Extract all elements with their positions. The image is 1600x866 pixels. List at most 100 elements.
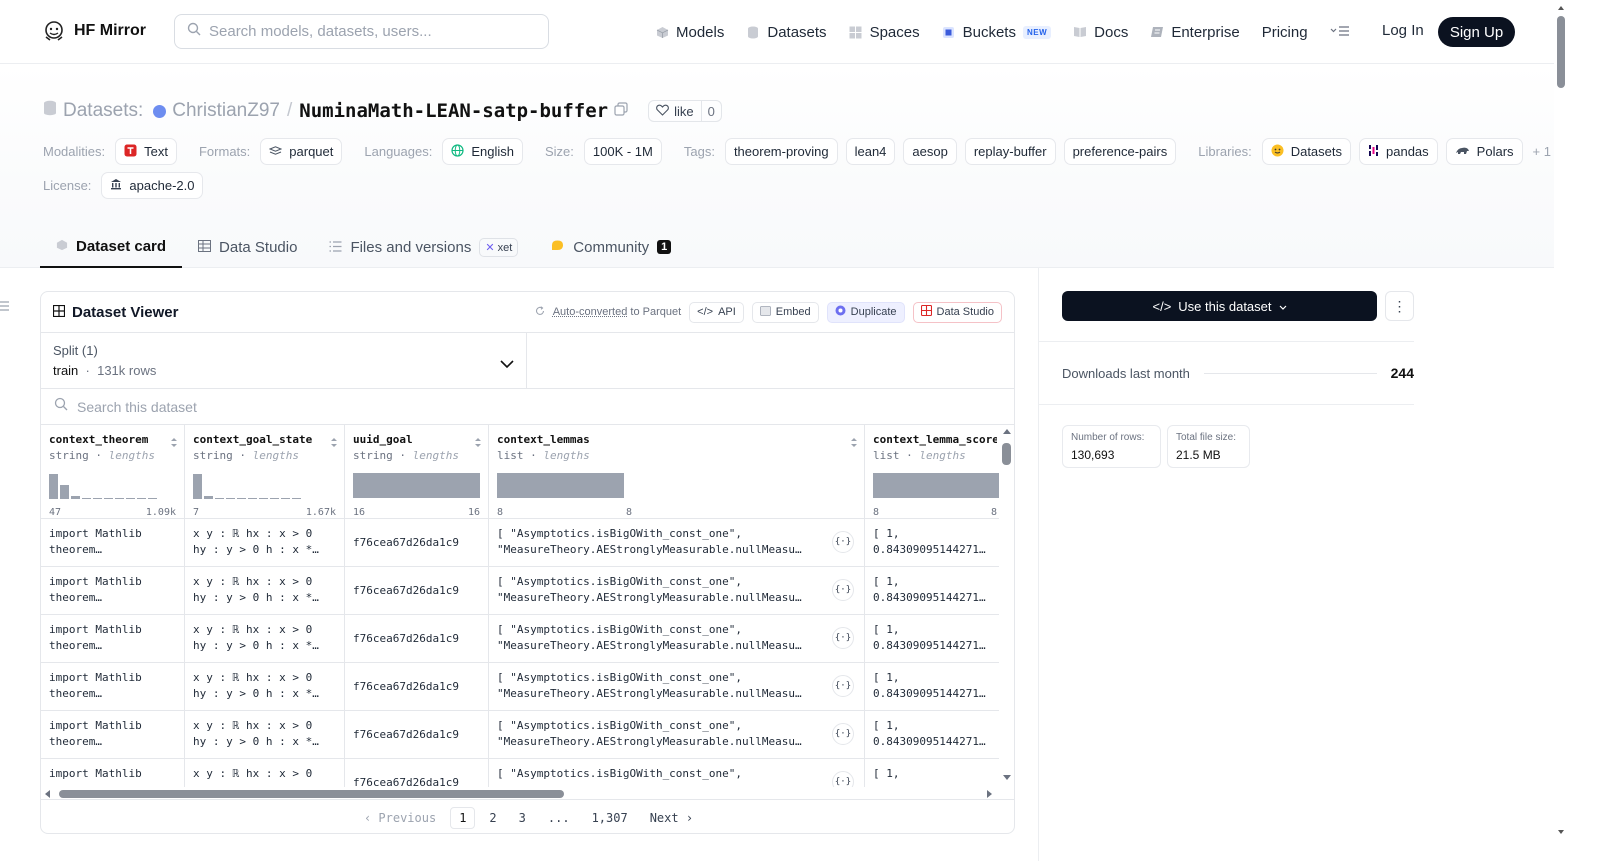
table-cell[interactable]: x y : ℝ hx : x > 0 [185,759,344,787]
datasets-prefix[interactable]: Datasets: [63,100,143,122]
tag-preference-pairs[interactable]: preference-pairs [1063,138,1177,165]
table-cell[interactable]: [ "Asymptotics.isBigOWith_const_one", {·} [489,759,864,787]
sort-icon[interactable] [170,435,178,453]
more-options-button[interactable]: ⋮ [1385,291,1414,321]
json-view-icon[interactable]: {·} [832,675,854,697]
page-3-button[interactable]: 3 [511,808,534,828]
json-view-icon[interactable]: {·} [832,579,854,601]
page-last-button[interactable]: 1,307 [584,808,636,828]
language-tag[interactable]: English [442,138,523,165]
size-tag[interactable]: 100K - 1M [583,138,662,165]
page-scrollbar[interactable] [1554,0,1568,861]
table-cell[interactable]: [ 1, 0.84309095144271… [865,711,999,759]
brand-logo[interactable]: HF Mirror [42,19,146,43]
tag-theorem-proving[interactable]: theorem-proving [724,138,838,165]
column-header[interactable]: uuid_goal string · lengths 16 16 [345,425,488,519]
page-2-button[interactable]: 2 [481,808,504,828]
library-pandas[interactable]: pandas [1359,138,1438,165]
nav-datasets[interactable]: Datasets [746,24,827,41]
global-search-input[interactable] [209,23,529,40]
global-search[interactable] [174,14,549,49]
table-cell[interactable]: [ "Asymptotics.isBigOWith_const_one", "M… [489,615,864,663]
json-view-icon[interactable]: {·} [832,627,854,649]
nav-more-menu[interactable] [1330,24,1350,41]
dataset-search[interactable] [41,389,1014,425]
page-1-button[interactable]: 1 [450,806,476,829]
column-header[interactable]: context_lemma_scores list · lengths 88 [865,425,999,519]
nav-spaces[interactable]: Spaces [849,24,920,41]
tag-aesop[interactable]: aesop [903,138,957,165]
table-cell[interactable]: x y : ℝ hx : x > 0 hy : y > 0 h : x *… [185,567,344,615]
table-cell[interactable]: [ 1, 0.84309095144271… [865,519,999,567]
data-studio-button[interactable]: Data Studio [912,301,1002,323]
tab-community[interactable]: Community 1 [534,226,687,268]
table-cell[interactable]: f76cea67d26da1c9 [345,615,488,663]
side-toggle-icon[interactable] [0,298,9,316]
sort-icon[interactable] [474,435,482,453]
column-header[interactable]: context_theorem string · lengths 47 1.09k [41,425,184,519]
tag-lean4[interactable]: lean4 [845,138,896,165]
split-selector[interactable]: Split (1) train · 131k rows [41,333,527,388]
dataset-search-input[interactable] [77,398,577,415]
table-cell[interactable]: f76cea67d26da1c9 [345,567,488,615]
format-tag[interactable]: parquet [260,138,343,165]
table-cell[interactable]: [ 1, [865,759,999,787]
tab-data-studio[interactable]: Data Studio [182,226,313,268]
next-page-button[interactable]: Next › [642,808,701,828]
nav-docs[interactable]: Docs [1073,24,1128,41]
nav-enterprise[interactable]: Enterprise [1150,24,1240,41]
modality-tag[interactable]: Text [115,138,177,165]
json-view-icon[interactable]: {·} [832,531,854,553]
login-link[interactable]: Log In [1382,22,1424,39]
table-cell[interactable]: import Mathlib [41,759,184,787]
table-cell[interactable]: f76cea67d26da1c9 [345,759,488,788]
table-cell[interactable]: [ "Asymptotics.isBigOWith_const_one", "M… [489,519,864,567]
table-cell[interactable]: f76cea67d26da1c9 [345,519,488,567]
table-cell[interactable]: [ 1, 0.84309095144271… [865,567,999,615]
sort-icon[interactable] [850,435,858,453]
duplicate-button[interactable]: Duplicate [826,301,905,323]
nav-pricing[interactable]: Pricing [1262,24,1308,41]
api-button[interactable]: </> API [689,301,744,323]
tab-files-versions[interactable]: Files and versions ✕ xet [313,226,534,268]
sort-icon[interactable] [330,435,338,453]
table-cell[interactable]: x y : ℝ hx : x > 0 hy : y > 0 h : x *… [185,519,344,567]
dataset-name[interactable]: NuminaMath-LEAN-satp-buffer [299,100,608,122]
json-view-icon[interactable]: {·} [832,723,854,745]
table-cell[interactable]: [ 1, 0.84309095144271… [865,615,999,663]
table-cell[interactable]: x y : ℝ hx : x > 0 hy : y > 0 h : x *… [185,615,344,663]
table-cell[interactable]: import Mathlib theorem… [41,615,184,663]
vertical-scrollbar[interactable] [1001,425,1013,787]
table-cell[interactable]: x y : ℝ hx : x > 0 hy : y > 0 h : x *… [185,663,344,711]
table-cell[interactable]: import Mathlib theorem… [41,663,184,711]
owner-name[interactable]: ChristianZ97 [172,100,280,122]
table-cell[interactable]: [ 1, 0.84309095144271… [865,663,999,711]
table-cell[interactable]: x y : ℝ hx : x > 0 hy : y > 0 h : x *… [185,711,344,759]
table-cell[interactable]: import Mathlib theorem… [41,519,184,567]
json-view-icon[interactable]: {·} [832,771,854,787]
column-header[interactable]: context_lemmas list · lengths 88 [489,425,864,519]
nav-models[interactable]: Models [655,24,724,41]
tag-replay-buffer[interactable]: replay-buffer [964,138,1056,165]
previous-page-button[interactable]: ‹ Previous [356,808,444,828]
table-cell[interactable]: import Mathlib theorem… [41,711,184,759]
auto-converted-link[interactable]: Auto-converted [553,306,628,318]
more-libraries[interactable]: + 1 [1533,144,1551,159]
license-tag[interactable]: apache-2.0 [101,172,204,199]
like-button[interactable]: like 0 [648,100,722,122]
table-cell[interactable]: import Mathlib theorem… [41,567,184,615]
tab-dataset-card[interactable]: Dataset card [40,226,183,268]
library-polars[interactable]: Polars [1445,138,1523,165]
table-cell[interactable]: [ "Asymptotics.isBigOWith_const_one", "M… [489,567,864,615]
horizontal-scrollbar[interactable] [41,787,1014,799]
table-cell[interactable]: f76cea67d26da1c9 [345,663,488,711]
nav-buckets[interactable]: Buckets NEW [942,24,1052,41]
table-cell[interactable]: [ "Asymptotics.isBigOWith_const_one", "M… [489,663,864,711]
table-cell[interactable]: [ "Asymptotics.isBigOWith_const_one", "M… [489,711,864,759]
column-header[interactable]: context_goal_state string · lengths 7 1.6… [185,425,344,519]
use-dataset-button[interactable]: </> Use this dataset [1062,291,1377,321]
table-cell[interactable]: f76cea67d26da1c9 [345,711,488,759]
embed-button[interactable]: Embed [751,301,819,323]
signup-button[interactable]: Sign Up [1438,17,1515,47]
copy-icon[interactable] [614,100,628,122]
